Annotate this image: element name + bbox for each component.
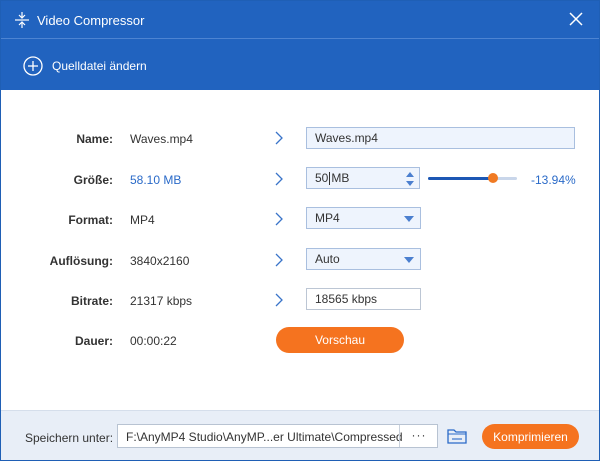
resolution-selected: Auto: [315, 252, 340, 266]
window-title: Video Compressor: [37, 13, 145, 28]
format-label: Format:: [68, 213, 113, 227]
size-change-percent: -13.94%: [531, 173, 576, 187]
size-slider[interactable]: [428, 173, 517, 183]
format-selected: MP4: [315, 211, 340, 225]
size-input-value: 50: [315, 171, 329, 185]
toolbar: Quelldatei ändern: [1, 38, 599, 90]
name-label: Name:: [76, 132, 113, 146]
size-stepper[interactable]: 50 MB: [306, 167, 420, 189]
change-source-button[interactable]: Quelldatei ändern: [23, 55, 147, 77]
plus-circle-icon: [23, 56, 43, 76]
browse-button[interactable]: ···: [400, 425, 438, 447]
size-label: Größe:: [73, 173, 113, 187]
output-path: F:\AnyMP4 Studio\AnyMP...er Ultimate\Com…: [126, 430, 403, 444]
compress-icon: [15, 12, 29, 28]
output-path-field[interactable]: F:\AnyMP4 Studio\AnyMP...er Ultimate\Com…: [117, 424, 438, 448]
bitrate-input[interactable]: 18565 kbps: [306, 288, 421, 310]
resolution-select[interactable]: Auto: [306, 248, 421, 270]
format-select[interactable]: MP4: [306, 207, 421, 229]
chevron-down-icon: [404, 257, 414, 263]
bitrate-value: 21317 kbps: [130, 294, 193, 308]
slider-thumb[interactable]: [487, 173, 498, 183]
decrement-icon[interactable]: [406, 181, 414, 186]
size-value: 58.10 MB: [130, 173, 182, 187]
chevron-right-icon: [275, 172, 283, 186]
video-compressor-window: Video Compressor Quelldatei ändern Name:…: [0, 0, 600, 461]
text-caret: [329, 171, 331, 185]
name-input[interactable]: Waves.mp4: [306, 127, 575, 149]
resolution-label: Auflösung:: [49, 254, 113, 268]
save-to-label: Speichern unter:: [25, 431, 114, 445]
chevron-right-icon: [275, 253, 283, 267]
duration-value: 00:00:22: [130, 334, 177, 348]
chevron-right-icon: [275, 212, 283, 226]
title-bar: Video Compressor: [1, 1, 599, 38]
duration-label: Dauer:: [74, 334, 113, 348]
close-icon[interactable]: [567, 10, 585, 28]
change-source-label: Quelldatei ändern: [52, 59, 147, 73]
compress-button[interactable]: Komprimieren: [482, 424, 579, 449]
footer: Speichern unter: F:\AnyMP4 Studio\AnyMP.…: [1, 410, 599, 460]
chevron-down-icon: [404, 216, 414, 222]
bitrate-input-value: 18565 kbps: [315, 292, 378, 306]
chevron-right-icon: [275, 131, 283, 145]
format-value: MP4: [130, 213, 155, 227]
name-input-value: Waves.mp4: [315, 131, 378, 145]
resolution-value: 3840x2160: [130, 254, 190, 268]
increment-icon[interactable]: [406, 172, 414, 177]
name-value: Waves.mp4: [130, 132, 193, 146]
bitrate-label: Bitrate:: [70, 294, 113, 308]
size-input-unit: MB: [331, 171, 350, 185]
slider-fill: [428, 177, 493, 180]
chevron-right-icon: [275, 293, 283, 307]
folder-icon[interactable]: [447, 428, 467, 444]
preview-button[interactable]: Vorschau: [276, 327, 404, 353]
